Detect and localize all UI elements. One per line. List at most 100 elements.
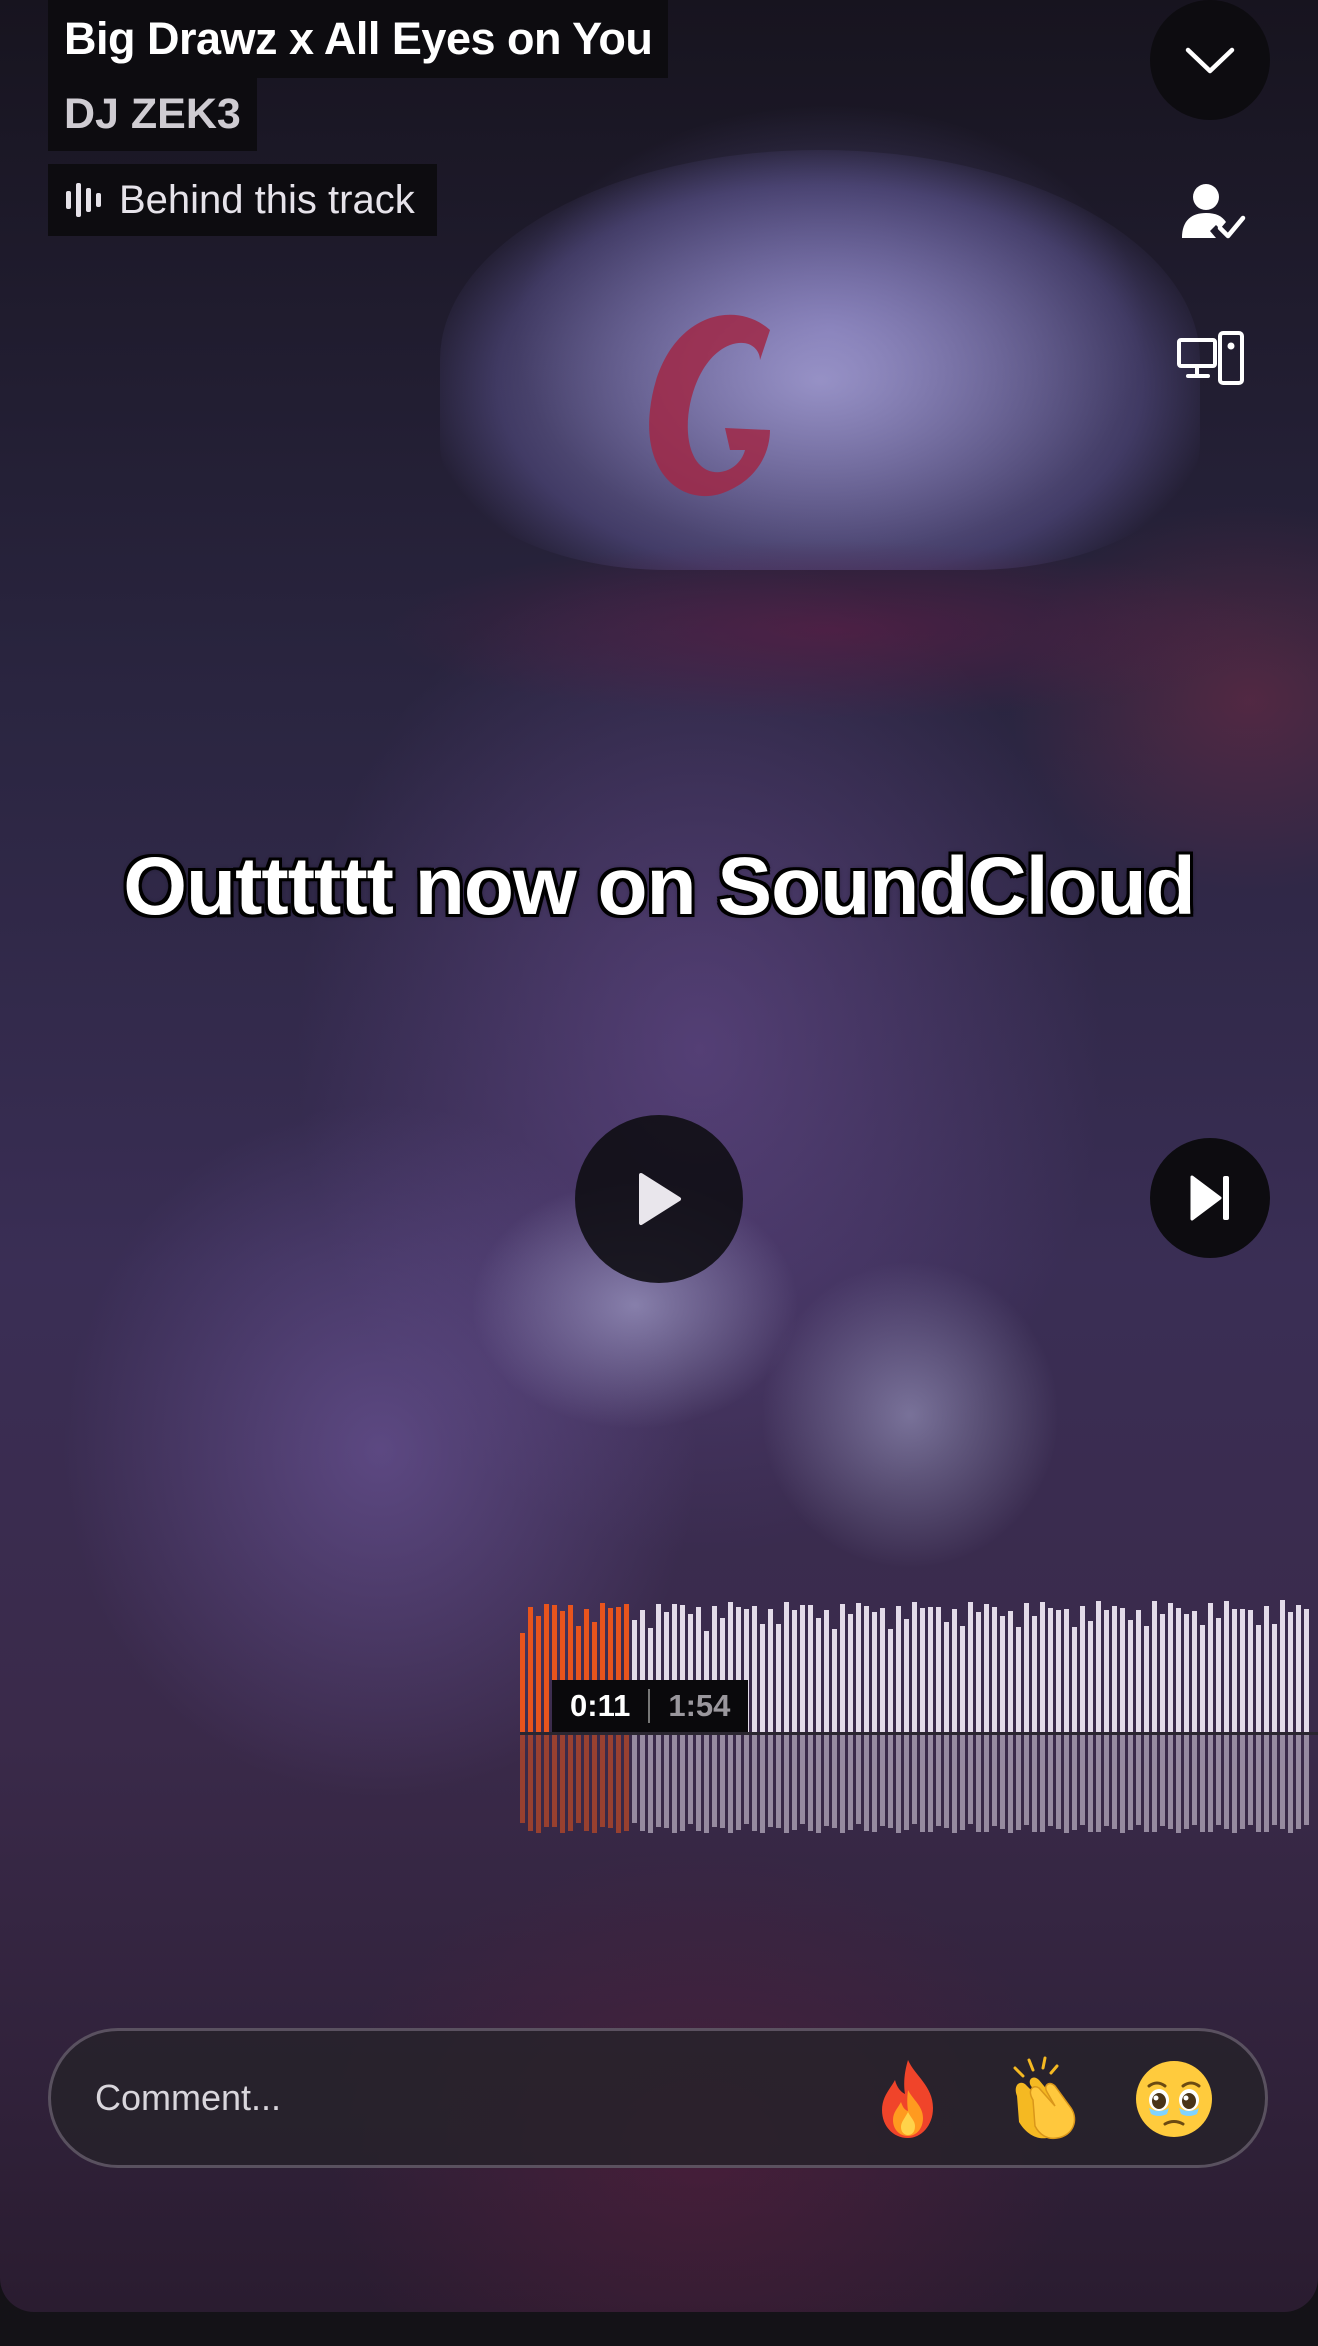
waveform-bar: [808, 1605, 813, 1733]
waveform-reflection-bar: [632, 1735, 637, 1823]
waveform-reflection-bar: [1016, 1735, 1021, 1830]
collapse-player-button[interactable]: [1150, 0, 1270, 120]
waveform-reflection-bar: [928, 1735, 933, 1832]
waveform-bar: [904, 1619, 909, 1733]
waveform-bar: [1072, 1627, 1077, 1733]
waveform-reflection-bar: [776, 1735, 781, 1828]
waveform-reflection-bar: [1056, 1735, 1061, 1829]
waveform-bar: [1240, 1609, 1245, 1733]
waveform-bar: [1064, 1609, 1069, 1733]
waveform-reflection-bar: [1248, 1735, 1253, 1825]
waveform-reflection-bar: [536, 1735, 541, 1833]
waveform-reflection-bar: [1088, 1735, 1093, 1832]
waveform-bar: [752, 1606, 757, 1733]
artwork-ring-shape: [760, 1260, 1060, 1570]
waveform-reflection-bar: [1200, 1735, 1205, 1832]
waveform-reflection-bar: [1264, 1735, 1269, 1832]
waveform-reflection-bar: [560, 1735, 565, 1833]
fire-emoji[interactable]: [865, 2056, 951, 2142]
waveform-bar: [1040, 1602, 1045, 1733]
comment-input[interactable]: [95, 2031, 795, 2165]
waveform-reflection-bar: [944, 1735, 949, 1828]
waveform-reflection-bar: [1104, 1735, 1109, 1826]
waveform-reflection-bar: [672, 1735, 677, 1833]
waveform-bar: [776, 1624, 781, 1733]
artwork-cap-shape: [440, 150, 1200, 570]
waveform-reflection-bar: [888, 1735, 893, 1828]
behind-this-track-button[interactable]: Behind this track: [48, 164, 437, 236]
waveform-reflection-bar: [1304, 1735, 1309, 1825]
waveform-bar: [800, 1605, 805, 1733]
audio-bars-icon: [66, 183, 101, 217]
waveform-bar: [1208, 1603, 1213, 1733]
waveform-bar: [856, 1603, 861, 1733]
waveform-reflection-bar: [752, 1735, 757, 1831]
devices-icon[interactable]: [1176, 330, 1246, 386]
artwork-cap-logo: [649, 314, 770, 497]
waveform-reflection-bar: [824, 1735, 829, 1826]
waveform-bar: [1096, 1601, 1101, 1733]
waveform-bar: [1120, 1608, 1125, 1733]
time-divider: [648, 1689, 651, 1723]
skip-next-button[interactable]: [1150, 1138, 1270, 1258]
waveform-reflection-bar: [1216, 1735, 1221, 1825]
waveform-bar: [1112, 1606, 1117, 1733]
waveform-reflection-bar: [648, 1735, 653, 1833]
waveform-bar: [1200, 1625, 1205, 1733]
waveform-reflection-bar: [936, 1735, 941, 1826]
waveform-bar: [984, 1604, 989, 1733]
waveform-bar: [928, 1607, 933, 1733]
waveform-reflection-bar: [816, 1735, 821, 1833]
waveform-reflection-bar: [784, 1735, 789, 1833]
waveform-bar: [1144, 1626, 1149, 1733]
waveform-bar: [1168, 1603, 1173, 1733]
waveform-reflection-bar: [872, 1735, 877, 1832]
waveform-bar: [920, 1608, 925, 1733]
waveform-bar: [528, 1607, 533, 1733]
waveform-reflection-bar: [656, 1735, 661, 1827]
waveform-reflection-bar: [624, 1735, 629, 1831]
play-button[interactable]: [575, 1115, 743, 1283]
waveform-bar: [1032, 1616, 1037, 1733]
waveform-bar: [1232, 1609, 1237, 1733]
artist-name[interactable]: DJ ZEK3: [48, 78, 257, 151]
waveform-baseline: [520, 1732, 1318, 1735]
waveform-reflection-bar: [608, 1735, 613, 1828]
waveform-reflection-bar: [760, 1735, 765, 1833]
skip-next-icon: [1190, 1175, 1229, 1221]
user-check-icon[interactable]: [1180, 182, 1246, 240]
waveform-reflection-bar: [600, 1735, 605, 1827]
waveform-reflection-bar: [736, 1735, 741, 1830]
waveform-reflection-bar: [584, 1735, 589, 1831]
waveform-bar: [1192, 1611, 1197, 1733]
waveform-reflection-bar: [1240, 1735, 1245, 1829]
waveform-reflection-bar: [728, 1735, 733, 1833]
waveform-reflection-bar: [1288, 1735, 1293, 1833]
waveform-bar: [1184, 1614, 1189, 1733]
waveform-reflection-bar: [696, 1735, 701, 1831]
waveform-bar: [944, 1622, 949, 1733]
waveform-reflection-bar: [920, 1735, 925, 1832]
clapping-hands-emoji[interactable]: [997, 2056, 1083, 2142]
waveform-bar: [968, 1602, 973, 1733]
player-screen: Big Drawz x All Eyes on You DJ ZEK3 Behi…: [0, 0, 1318, 2312]
waveform-reflection-bar: [984, 1735, 989, 1832]
waveform-bar: [1088, 1621, 1093, 1733]
waveform-reflection-bar: [1176, 1735, 1181, 1833]
waveform-reflection-bar: [528, 1735, 533, 1831]
waveform-bar: [1176, 1608, 1181, 1733]
waveform-reflection-bar: [712, 1735, 717, 1827]
waveform-reflection-bar: [1040, 1735, 1045, 1832]
waveform-reflection-bar: [576, 1735, 581, 1823]
waveform-bar: [760, 1624, 765, 1733]
waveform-bar: [1304, 1609, 1309, 1733]
waveform-bar: [1160, 1614, 1165, 1733]
waveform-reflection-bar: [688, 1735, 693, 1824]
waveform-bar: [888, 1629, 893, 1733]
waveform-bar: [1008, 1611, 1013, 1733]
face-holding-back-tears-emoji[interactable]: [1131, 2056, 1217, 2142]
waveform-reflection-bar: [568, 1735, 573, 1831]
time-display: 0:11 1:54: [552, 1680, 749, 1732]
waveform-reflection-bar: [992, 1735, 997, 1826]
track-title[interactable]: Big Drawz x All Eyes on You: [48, 0, 669, 78]
